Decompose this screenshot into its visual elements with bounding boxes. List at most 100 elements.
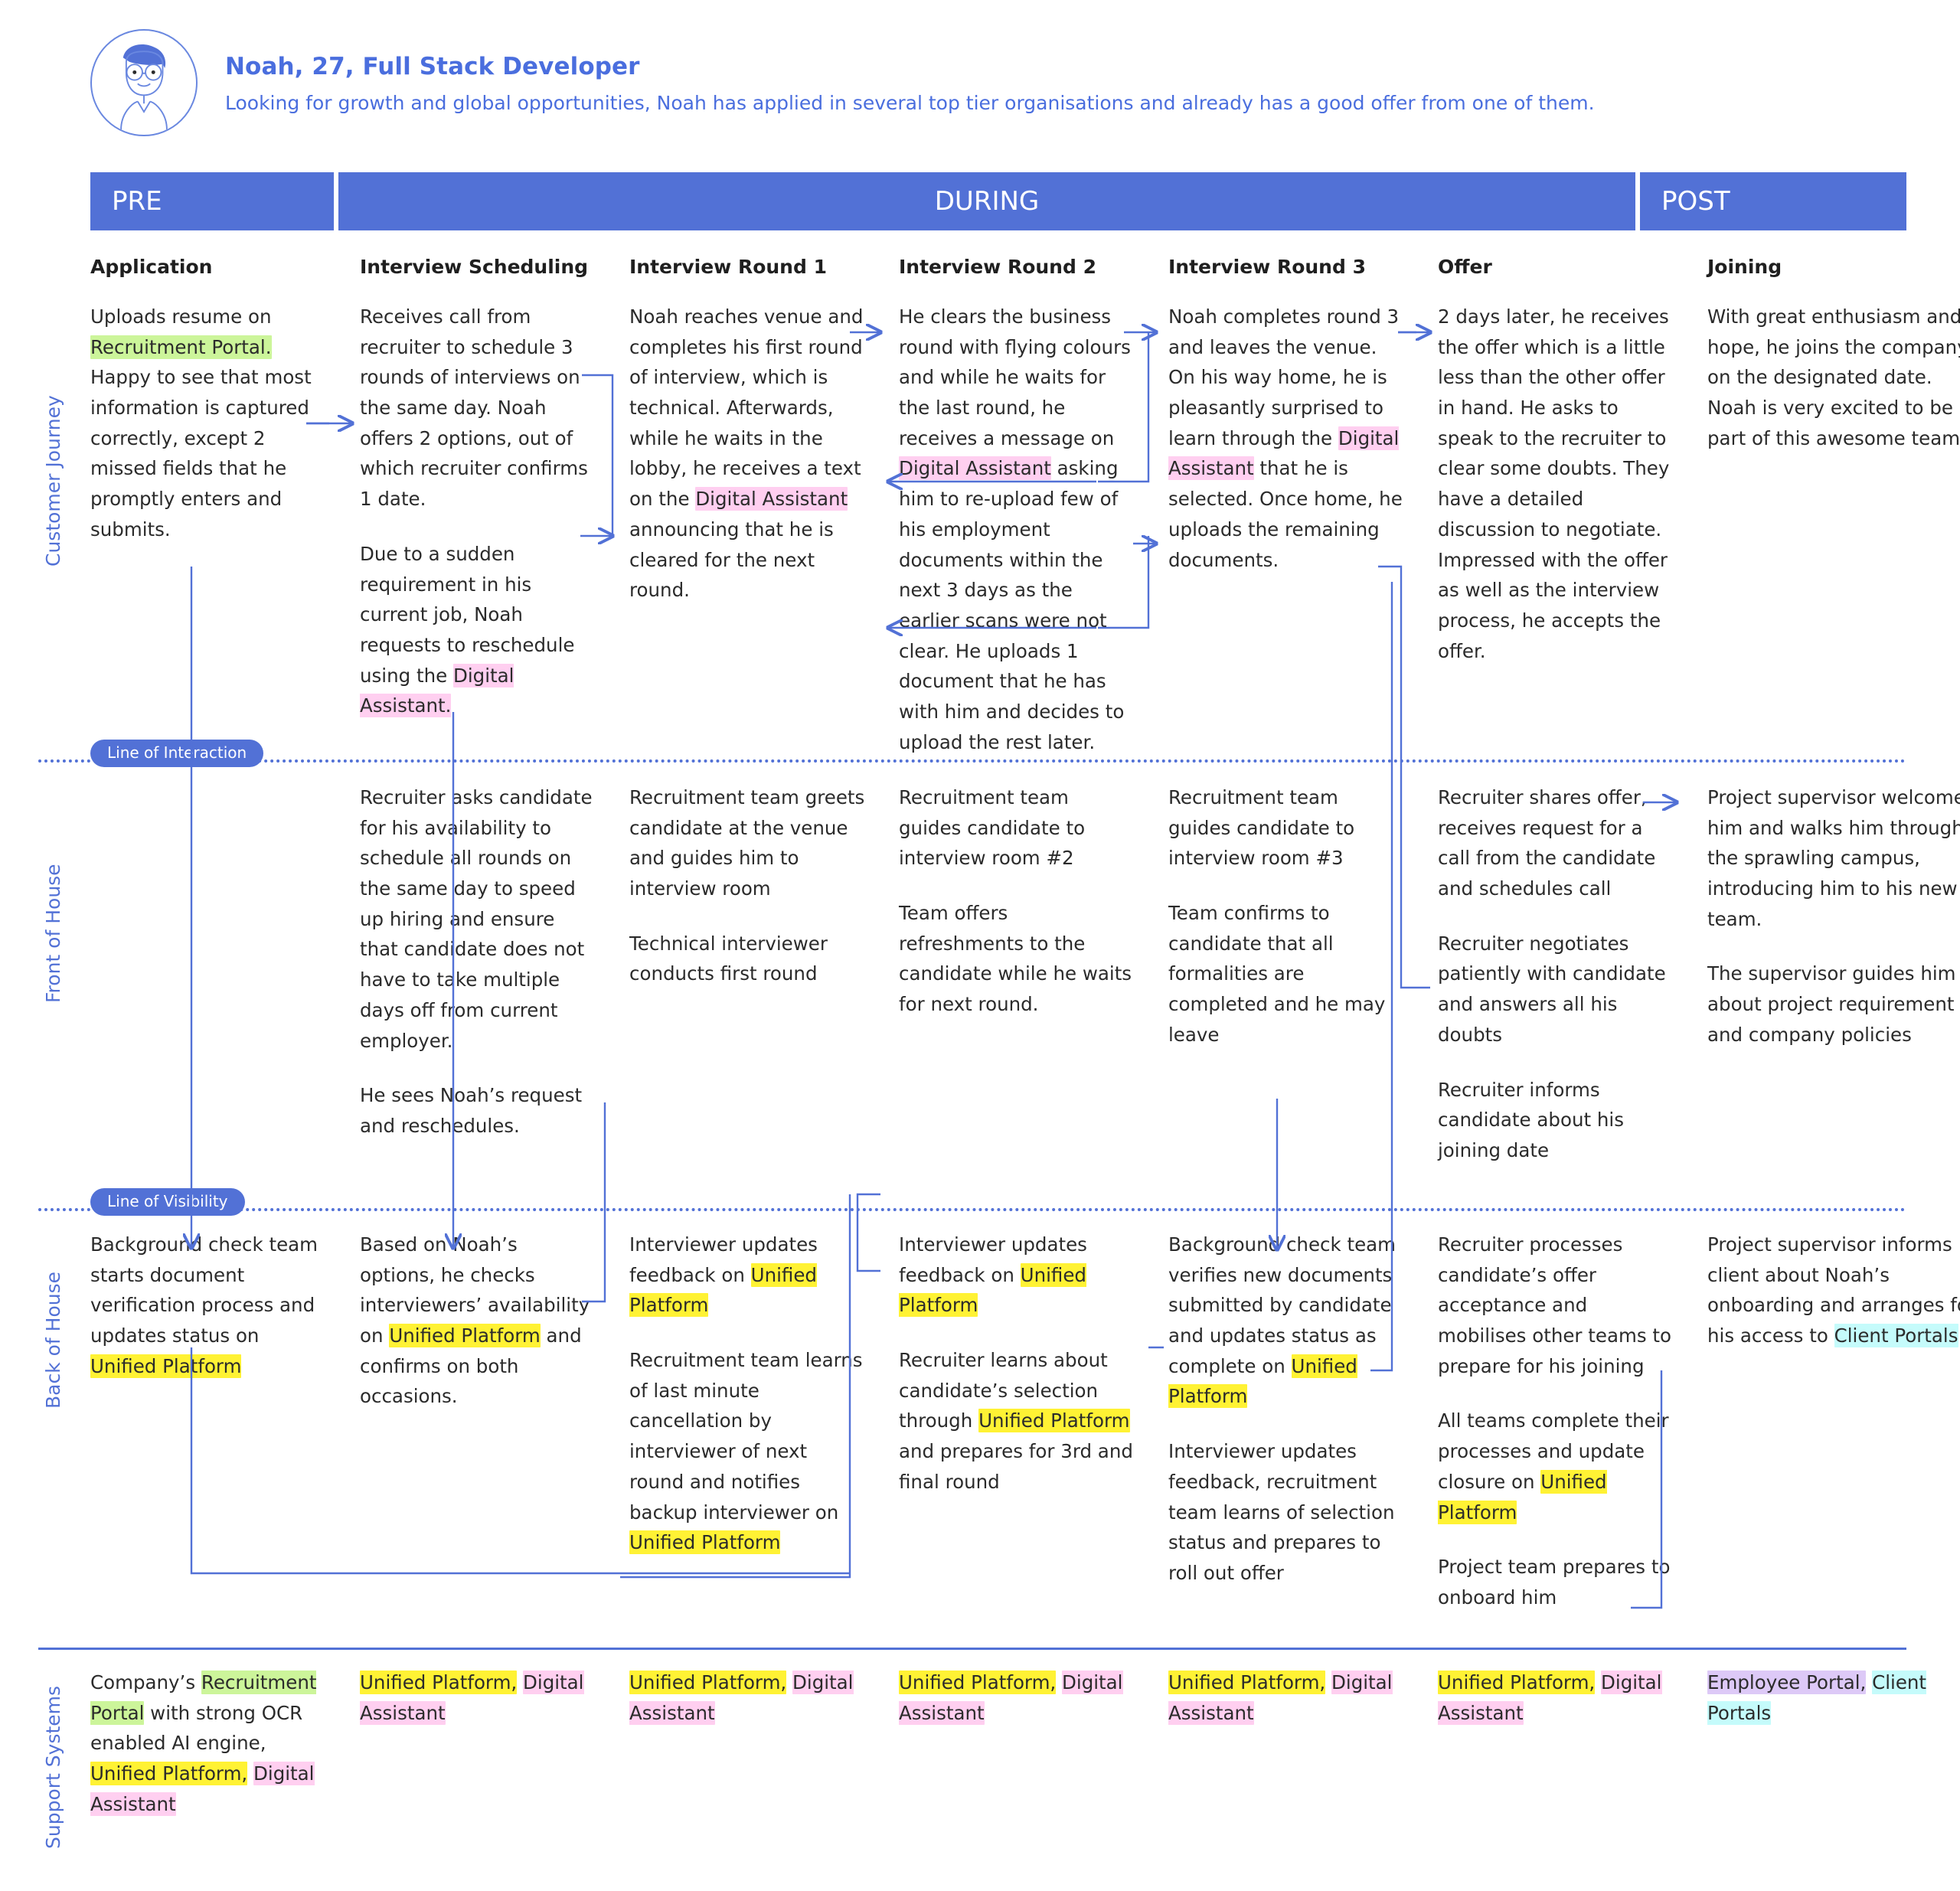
highlight-yellow: Unified Platform: [389, 1324, 541, 1348]
highlight-yellow: Unified Platform,: [360, 1671, 518, 1694]
paragraph: Team confirms to candidate that all form…: [1168, 902, 1386, 1046]
highlight-yellow: Unified Platform: [1438, 1469, 1607, 1524]
lane-support-systems: Company’s Recruitment Portal with strong…: [90, 1667, 1927, 1819]
paragraph: Project team prepares to onboard him: [1438, 1556, 1671, 1608]
paragraph: Technical interviewer conducts first rou…: [629, 932, 828, 985]
paragraph: Receives call from recruiter to schedule…: [360, 305, 588, 511]
cell-front-round-3: Recruitment team guides candidate to int…: [1168, 782, 1404, 1050]
stage-title-row: Application Interview Scheduling Intervi…: [90, 256, 1906, 300]
highlight-yellow: Unified Platform,: [629, 1671, 787, 1694]
paragraph: Unified Platform, Digital Assistant: [629, 1667, 865, 1728]
persona-avatar-icon: [90, 29, 198, 136]
highlight-pink: Digital Assistant: [899, 456, 1051, 481]
paragraph: Project supervisor welcomes him and walk…: [1707, 786, 1960, 930]
persona-description: Looking for growth and global opportunit…: [225, 92, 1595, 115]
cell-back-round-1: Interviewer updates feedback on Unified …: [629, 1230, 865, 1558]
cell-support-application: Company’s Recruitment Portal with strong…: [90, 1667, 326, 1819]
paragraph: Recruitment team learns of last minute c…: [629, 1349, 863, 1555]
cell-customer-round-1: Noah reaches venue and completes his fir…: [629, 302, 865, 606]
cell-back-round-2: Interviewer updates feedback on Unified …: [899, 1230, 1135, 1497]
highlight-yellow: Unified Platform: [90, 1354, 242, 1378]
cell-back-joining: Project supervisor informs client about …: [1707, 1230, 1960, 1351]
phase-during: DURING: [338, 172, 1635, 230]
paragraph: Noah reaches venue and completes his fir…: [629, 305, 864, 602]
lane-label-front-of-house: Front of House: [42, 864, 64, 1003]
paragraph: Recruitment team greets candidate at the…: [629, 786, 865, 900]
paragraph: Based on Noah’s options, he checks inter…: [360, 1233, 590, 1408]
cell-front-joining: Project supervisor welcomes him and walk…: [1707, 782, 1960, 1050]
lane-label-support-systems: Support Systems: [42, 1685, 64, 1849]
paragraph: Interviewer updates feedback on Unified …: [899, 1233, 1087, 1318]
paragraph: Unified Platform, Digital Assistant: [1438, 1667, 1674, 1728]
stage-title-interview-round-1: Interview Round 1: [629, 256, 827, 278]
highlight-pink: Digital Assistant.: [360, 663, 514, 718]
paragraph: Due to a sudden requirement in his curre…: [360, 542, 575, 718]
paragraph: Recruiter informs candidate about his jo…: [1438, 1078, 1624, 1161]
lane-label-back-of-house: Back of House: [42, 1271, 64, 1409]
cell-support-scheduling: Unified Platform, Digital Assistant: [360, 1667, 596, 1728]
highlight-pink: Digital Assistant: [695, 487, 848, 511]
cell-support-round-2: Unified Platform, Digital Assistant: [899, 1667, 1135, 1728]
paragraph: Recruiter shares offer, receives request…: [1438, 786, 1656, 900]
paragraph: Recruiter asks candidate for his availab…: [360, 786, 593, 1052]
paragraph: He clears the business round with flying…: [899, 305, 1131, 753]
highlight-yellow: Unified Platform: [629, 1262, 817, 1318]
highlight-yellow: Unified Platform: [899, 1262, 1086, 1318]
paragraph: With great enthusiasm and hope, he joins…: [1707, 305, 1960, 449]
paragraph: Noah completes round 3 and leaves the ve…: [1168, 305, 1403, 571]
line-of-visibility-label: Line of Visibility: [90, 1188, 245, 1216]
phase-pre: PRE: [90, 172, 334, 230]
highlight-green: Recruitment Portal: [90, 1671, 317, 1725]
lane-customer-journey: Uploads resume on Recruitment Portal. Ha…: [90, 302, 1960, 757]
paragraph: The supervisor guides him about project …: [1707, 962, 1956, 1046]
stage-title-joining: Joining: [1707, 256, 1782, 278]
cell-front-scheduling: Recruiter asks candidate for his availab…: [360, 782, 596, 1141]
lane-front-of-house: Recruiter asks candidate for his availab…: [90, 782, 1960, 1166]
cell-back-scheduling: Based on Noah’s options, he checks inter…: [360, 1230, 596, 1412]
paragraph: Unified Platform, Digital Assistant: [1168, 1667, 1404, 1728]
paragraph: Background check team verifies new docum…: [1168, 1233, 1396, 1409]
cell-customer-scheduling: Receives call from recruiter to schedule…: [360, 302, 596, 721]
highlight-purple: Employee Portal,: [1707, 1671, 1867, 1694]
highlight-yellow: Unified Platform,: [899, 1671, 1057, 1694]
stage-title-interview-scheduling: Interview Scheduling: [360, 256, 589, 278]
cell-back-offer: Recruiter processes candidate’s offer ac…: [1438, 1230, 1674, 1613]
paragraph: Recruiter processes candidate’s offer ac…: [1438, 1233, 1671, 1377]
paragraph: Interviewer updates feedback, recruitmen…: [1168, 1440, 1395, 1584]
cell-front-round-2: Recruitment team guides candidate to int…: [899, 782, 1135, 1020]
paragraph: Recruiter negotiates patiently with cand…: [1438, 932, 1666, 1046]
cell-support-round-1: Unified Platform, Digital Assistant: [629, 1667, 865, 1728]
highlight-yellow: Unified Platform: [1168, 1354, 1357, 1409]
paragraph: Company’s Recruitment Portal with strong…: [90, 1671, 317, 1816]
paragraph: He sees Noah’s request and reschedules.: [360, 1084, 583, 1137]
cell-support-joining: Employee Portal, Client Portals: [1707, 1667, 1960, 1728]
stage-title-application: Application: [90, 256, 213, 278]
paragraph: Uploads resume on Recruitment Portal. Ha…: [90, 305, 312, 541]
phase-post: POST: [1640, 172, 1906, 230]
stage-title-interview-round-3: Interview Round 3: [1168, 256, 1366, 278]
phase-bar: PRE DURING POST: [90, 172, 1906, 230]
line-of-interaction-divider: [38, 759, 1906, 763]
cell-support-round-3: Unified Platform, Digital Assistant: [1168, 1667, 1404, 1728]
paragraph: Unified Platform, Digital Assistant: [899, 1667, 1135, 1728]
highlight-yellow: Unified Platform,: [1168, 1671, 1326, 1694]
cell-customer-round-3: Noah completes round 3 and leaves the ve…: [1168, 302, 1404, 575]
stage-title-interview-round-2: Interview Round 2: [899, 256, 1096, 278]
cell-front-offer: Recruiter shares offer, receives request…: [1438, 782, 1674, 1166]
highlight-cyan: Client Portals: [1834, 1324, 1958, 1348]
line-of-visibility-divider: [38, 1208, 1906, 1211]
cell-back-round-3: Background check team verifies new docum…: [1168, 1230, 1404, 1589]
persona-header: Noah, 27, Full Stack Developer Looking f…: [90, 29, 1595, 136]
cell-support-offer: Unified Platform, Digital Assistant: [1438, 1667, 1674, 1728]
highlight-yellow: Unified Platform: [629, 1530, 781, 1555]
paragraph: Unified Platform, Digital Assistant: [360, 1667, 596, 1728]
highlight-yellow: Unified Platform: [978, 1409, 1130, 1433]
cell-customer-joining: With great enthusiasm and hope, he joins…: [1707, 302, 1960, 453]
paragraph: Background check team starts document ve…: [90, 1233, 318, 1378]
persona-name: Noah, 27, Full Stack Developer: [225, 53, 640, 81]
paragraph: Employee Portal, Client Portals: [1707, 1667, 1960, 1728]
lane-label-customer-journey: Customer Journey: [42, 395, 64, 567]
lane-back-of-house: Background check team starts document ve…: [90, 1230, 1960, 1613]
cell-front-round-1: Recruitment team greets candidate at the…: [629, 782, 865, 989]
line-of-interaction-label: Line of Interaction: [90, 740, 264, 767]
